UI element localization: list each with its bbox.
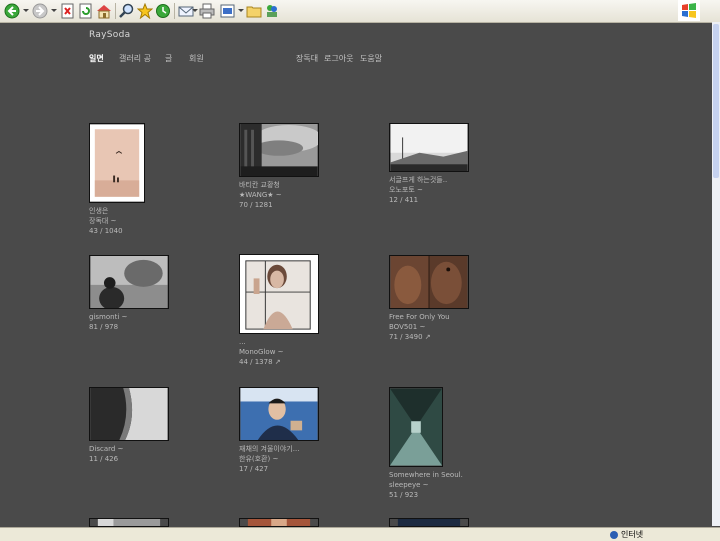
windows-logo-icon	[678, 0, 700, 21]
photo-stats: 70 / 1281	[239, 201, 273, 209]
zone-label: 인터넷	[621, 530, 644, 539]
photo-card[interactable]	[239, 518, 319, 527]
photo-card[interactable]: 인생은 장독대 ~ 43 / 1040	[89, 123, 145, 236]
photo-title[interactable]: Somewhere in Seoul.	[389, 470, 463, 480]
photo-title[interactable]: 재채의 겨울이야기...	[239, 444, 319, 454]
forward-icon[interactable]	[32, 3, 48, 19]
back-icon[interactable]	[4, 3, 20, 19]
photo-author[interactable]: 한유(호환) ~	[239, 454, 319, 464]
photo-card[interactable]	[89, 518, 169, 527]
photo-thumbnail[interactable]	[389, 387, 443, 467]
nav-item-members[interactable]: 회원	[189, 53, 204, 64]
search-icon[interactable]	[119, 3, 135, 19]
nav-item-logout[interactable]: 로그아웃	[324, 53, 353, 64]
photo-author[interactable]: ★WANG★ ~	[239, 190, 319, 200]
print-icon[interactable]	[199, 3, 215, 19]
messenger-icon[interactable]	[264, 3, 280, 19]
photo-stats: 81 / 978	[89, 323, 119, 331]
photo-title[interactable]: 서글프게 하는것들..	[389, 175, 469, 185]
photo-thumbnail[interactable]	[389, 123, 469, 172]
edit-dropdown-icon[interactable]	[238, 9, 244, 12]
security-zone: 인터넷	[610, 528, 643, 541]
photo-thumbnail[interactable]	[389, 518, 469, 527]
nav-item-help[interactable]: 도움말	[360, 53, 382, 64]
photo-stats: 44 / 1378 ↗	[239, 358, 281, 366]
photo-author[interactable]: MonoGlow ~	[239, 347, 319, 357]
photo-card[interactable]: Discard ~ 11 / 426	[89, 387, 169, 464]
photo-stats: 43 / 1040	[89, 227, 123, 235]
photo-thumbnail[interactable]	[239, 123, 319, 177]
globe-icon	[610, 530, 618, 539]
photo-thumbnail[interactable]	[89, 255, 169, 309]
photo-stats: 12 / 411	[389, 196, 419, 204]
photo-card[interactable]	[389, 518, 469, 527]
photo-thumbnail[interactable]	[389, 255, 469, 309]
photo-card[interactable]: 재채의 겨울이야기... 한유(호환) ~ 17 / 427	[239, 387, 319, 474]
photo-author[interactable]: BOV501 ~	[389, 322, 469, 332]
status-bar: 인터넷	[0, 527, 720, 541]
refresh-icon[interactable]	[78, 3, 94, 19]
photo-author[interactable]: Discard ~	[89, 444, 169, 454]
photo-thumbnail[interactable]	[239, 254, 319, 334]
photo-title[interactable]: 바티칸 교황청	[239, 180, 319, 190]
photo-author[interactable]: 장독대 ~	[89, 216, 145, 226]
forward-dropdown-icon[interactable]	[51, 9, 57, 12]
photo-card[interactable]: gismonti ~ 81 / 978	[89, 255, 169, 332]
photo-card[interactable]: 서글프게 하는것들.. 오노포토 ~ 12 / 411	[389, 123, 469, 205]
photo-title[interactable]: Free For Only You	[389, 312, 469, 322]
photo-card[interactable]: ... MonoGlow ~ 44 / 1378 ↗	[239, 254, 319, 367]
photo-card[interactable]: 바티칸 교황청 ★WANG★ ~ 70 / 1281	[239, 123, 319, 210]
nav-item-main[interactable]: 일면	[89, 53, 104, 64]
photo-card[interactable]: Free For Only You BOV501 ~ 71 / 3490 ↗	[389, 255, 469, 342]
back-dropdown-icon[interactable]	[23, 9, 29, 12]
scrollbar-thumb[interactable]	[713, 24, 719, 178]
browser-toolbar	[0, 0, 720, 23]
photo-title[interactable]: 인생은	[89, 206, 145, 216]
nav-item-posts[interactable]: 글	[165, 53, 172, 64]
favorites-icon[interactable]	[137, 3, 153, 19]
photo-author[interactable]: gismonti ~	[89, 312, 169, 322]
photo-author[interactable]: sleepeye ~	[389, 480, 463, 490]
site-title[interactable]: RaySoda	[89, 30, 130, 40]
folder-icon[interactable]	[246, 3, 262, 19]
photo-thumbnail[interactable]	[239, 387, 319, 441]
photo-title[interactable]: ...	[239, 337, 319, 347]
history-icon[interactable]	[155, 3, 171, 19]
mail-dropdown-icon[interactable]	[192, 9, 198, 12]
home-icon[interactable]	[96, 3, 112, 19]
photo-thumbnail[interactable]	[89, 387, 169, 441]
photo-author[interactable]: 오노포토 ~	[389, 185, 469, 195]
photo-thumbnail[interactable]	[89, 518, 169, 527]
photo-card[interactable]: Somewhere in Seoul. sleepeye ~ 51 / 923	[389, 387, 463, 500]
photo-stats: 17 / 427	[239, 465, 269, 473]
photo-stats: 11 / 426	[89, 455, 119, 463]
photo-thumbnail[interactable]	[239, 518, 319, 527]
nav-item-gallery[interactable]: 갤러리 공	[119, 53, 151, 64]
photo-stats: 51 / 923	[389, 491, 419, 499]
edit-icon[interactable]	[220, 3, 236, 19]
photo-thumbnail[interactable]	[89, 123, 145, 203]
stop-icon[interactable]	[60, 3, 76, 19]
photo-stats: 71 / 3490 ↗	[389, 333, 431, 341]
nav-item-profile[interactable]: 장독대	[296, 53, 318, 64]
